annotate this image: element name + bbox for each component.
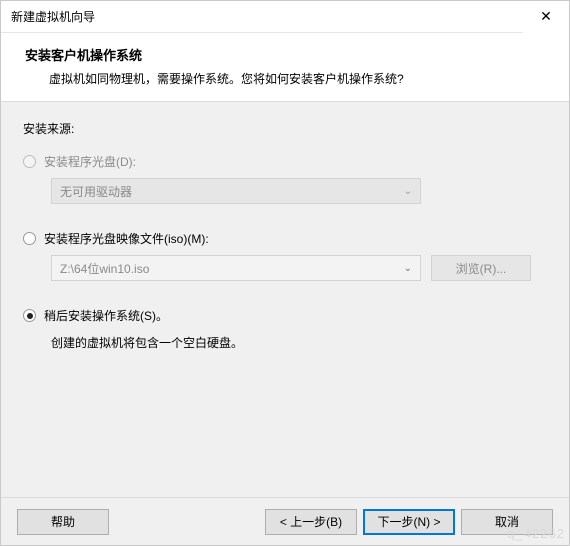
cancel-button[interactable]: 取消 [461,509,553,535]
next-button[interactable]: 下一步(N) > [363,509,455,535]
page-title: 安装客户机操作系统 [25,45,545,64]
browse-button-label: 浏览(R)... [456,260,507,277]
disc-drive-combo[interactable]: 无可用驱动器 ⌄ [51,178,421,204]
iso-path-combo[interactable]: Z:\64位win10.iso ⌄ [51,255,421,281]
radio-iso[interactable] [23,232,36,245]
window-title: 新建虚拟机向导 [11,8,523,25]
option-iso-label: 安装程序光盘映像文件(iso)(M): [44,230,209,247]
chevron-down-icon: ⌄ [404,186,412,197]
radio-later[interactable] [23,309,36,322]
wizard-body: 安装来源: 安装程序光盘(D): 无可用驱动器 ⌄ 安装程序光盘映像文件(iso… [1,102,569,497]
option-iso-group: 安装程序光盘映像文件(iso)(M): Z:\64位win10.iso ⌄ 浏览… [23,230,547,281]
install-source-label: 安装来源: [23,120,547,137]
option-disc-row[interactable]: 安装程序光盘(D): [23,153,547,170]
option-later-row[interactable]: 稍后安装操作系统(S)。 [23,307,547,324]
option-later-hint: 创建的虚拟机将包含一个空白硬盘。 [51,334,547,351]
option-later-label: 稍后安装操作系统(S)。 [44,307,168,324]
close-button[interactable]: ✕ [523,1,569,33]
close-icon: ✕ [540,8,552,25]
radio-disc[interactable] [23,155,36,168]
page-description: 虚拟机如同物理机，需要操作系统。您将如何安装客户机操作系统? [25,70,545,87]
option-disc-group: 安装程序光盘(D): 无可用驱动器 ⌄ [23,153,547,204]
back-button[interactable]: < 上一步(B) [265,509,357,535]
help-button[interactable]: 帮助 [17,509,109,535]
help-button-label: 帮助 [51,513,75,530]
option-iso-row[interactable]: 安装程序光盘映像文件(iso)(M): [23,230,547,247]
chevron-down-icon: ⌄ [404,263,412,274]
disc-drive-value: 无可用驱动器 [60,183,132,200]
option-disc-label: 安装程序光盘(D): [44,153,136,170]
browse-button[interactable]: 浏览(R)... [431,255,531,281]
iso-path-value: Z:\64位win10.iso [60,260,149,277]
next-button-label: 下一步(N) > [377,513,440,530]
titlebar: 新建虚拟机向导 ✕ [1,1,569,33]
option-later-group: 稍后安装操作系统(S)。 创建的虚拟机将包含一个空白硬盘。 [23,307,547,351]
wizard-footer: 帮助 < 上一步(B) 下一步(N) > 取消 [1,497,569,545]
back-button-label: < 上一步(B) [280,513,342,530]
cancel-button-label: 取消 [495,513,519,530]
wizard-header: 安装客户机操作系统 虚拟机如同物理机，需要操作系统。您将如何安装客户机操作系统? [1,33,569,102]
